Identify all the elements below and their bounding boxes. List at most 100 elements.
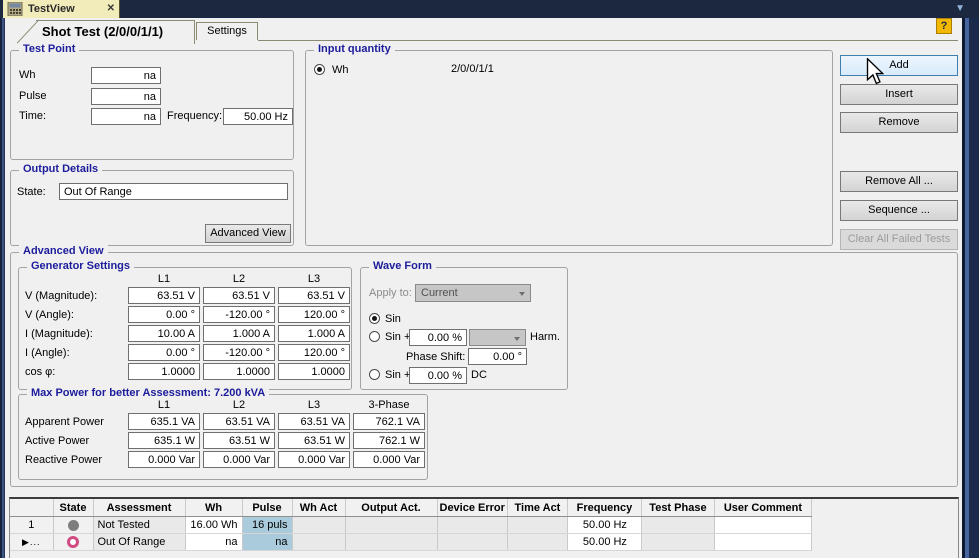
tab-settings[interactable]: Settings xyxy=(196,22,258,40)
row2-pulse[interactable]: na xyxy=(242,534,292,551)
header-assessment: Assessment xyxy=(93,499,185,517)
mp-col-l2: L2 xyxy=(203,399,275,411)
header-frequency: Frequency xyxy=(567,499,641,517)
reactive-power-label: Reactive Power xyxy=(25,454,125,466)
tab-shot-test[interactable]: Shot Test (2/0/0/1/1) xyxy=(42,24,163,39)
row1-state[interactable] xyxy=(53,517,93,534)
wh-field[interactable]: na xyxy=(91,67,161,84)
add-button[interactable]: Add xyxy=(840,55,958,76)
row1-time-act[interactable] xyxy=(507,517,567,534)
active-power-l3-field: 63.51 W xyxy=(278,432,350,449)
row1-test-phase[interactable] xyxy=(641,517,714,534)
time-field[interactable]: na xyxy=(91,108,161,125)
state-field[interactable]: Out Of Range xyxy=(59,183,288,200)
v-magnitude-l3-field[interactable]: 63.51 V xyxy=(278,287,350,304)
generator-settings-group: Generator Settings L1 L2 L3 V (Magnitude… xyxy=(18,267,352,390)
v-magnitude-l1-field[interactable]: 63.51 V xyxy=(128,287,200,304)
row1-num[interactable]: 1 xyxy=(10,517,53,534)
row1-pulse[interactable]: 16 puls xyxy=(242,517,292,534)
v-angle-l1-field[interactable]: 0.00 ° xyxy=(128,306,200,323)
i-magnitude-l2-field[interactable]: 1.000 A xyxy=(203,325,275,342)
phase-shift-label: Phase Shift: xyxy=(406,351,465,363)
document-tab-testview[interactable]: TestView ✕ xyxy=(3,0,120,18)
cos-phi-l3-field[interactable]: 1.0000 xyxy=(278,363,350,380)
output-details-title: Output Details xyxy=(19,163,102,175)
results-table: State Assessment Wh Pulse Wh Act Output … xyxy=(10,499,812,551)
max-power-title: Max Power for better Assessment: 7.200 k… xyxy=(27,387,269,399)
row2-wh[interactable]: na xyxy=(185,534,242,551)
table-row: ▶... Out Of Range na na 50.00 Hz xyxy=(10,534,811,551)
cos-phi-l1-field[interactable]: 1.0000 xyxy=(128,363,200,380)
results-header-row: State Assessment Wh Pulse Wh Act Output … xyxy=(10,499,811,517)
v-angle-l2-field[interactable]: -120.00 ° xyxy=(203,306,275,323)
window-right-border xyxy=(962,18,979,558)
not-tested-state-icon xyxy=(68,520,79,531)
row1-wh-act[interactable] xyxy=(292,517,345,534)
phase-shift-field[interactable]: 0.00 ° xyxy=(468,348,527,365)
sequence-button[interactable]: Sequence ... xyxy=(840,200,958,221)
row2-device-error[interactable] xyxy=(437,534,507,551)
input-quantity-wh-radio[interactable] xyxy=(314,64,325,75)
active-power-l2-field: 63.51 W xyxy=(203,432,275,449)
cos-phi-l2-field[interactable]: 1.0000 xyxy=(203,363,275,380)
row2-wh-act[interactable] xyxy=(292,534,345,551)
reactive-power-l2-field: 0.000 Var xyxy=(203,451,275,468)
remove-button[interactable]: Remove xyxy=(840,112,958,133)
i-angle-l1-field[interactable]: 0.00 ° xyxy=(128,344,200,361)
sin-radio[interactable] xyxy=(369,313,380,324)
apparent-power-l3-field: 63.51 VA xyxy=(278,413,350,430)
chevron-down-icon[interactable]: ▼ xyxy=(955,3,965,14)
clear-all-failed-tests-button: Clear All Failed Tests xyxy=(840,229,958,250)
active-tab-border-diagonal xyxy=(17,19,40,43)
output-details-group: Output Details State: Out Of Range Advan… xyxy=(10,170,294,246)
advanced-view-button[interactable]: Advanced View xyxy=(205,224,291,243)
test-point-title: Test Point xyxy=(19,43,79,55)
i-angle-l2-field[interactable]: -120.00 ° xyxy=(203,344,275,361)
remove-all-button[interactable]: Remove All ... xyxy=(840,171,958,192)
sin-plus-dc-radio[interactable] xyxy=(369,369,380,380)
header-user-comment: User Comment xyxy=(714,499,811,517)
v-angle-l3-field[interactable]: 120.00 ° xyxy=(278,306,350,323)
row2-time-act[interactable] xyxy=(507,534,567,551)
input-quantity-title: Input quantity xyxy=(314,43,395,55)
state-label: State: xyxy=(17,186,46,198)
sin-plus-harm-radio[interactable] xyxy=(369,331,380,342)
row1-assessment[interactable]: Not Tested xyxy=(93,517,185,534)
header-rownum xyxy=(10,499,53,517)
row1-device-error[interactable] xyxy=(437,517,507,534)
header-wh: Wh xyxy=(185,499,242,517)
row2-assessment[interactable]: Out Of Range xyxy=(93,534,185,551)
apply-to-dropdown: Current xyxy=(415,284,531,302)
frequency-field[interactable]: 50.00 Hz xyxy=(223,108,293,125)
i-magnitude-l1-field[interactable]: 10.00 A xyxy=(128,325,200,342)
row1-wh[interactable]: 16.00 Wh xyxy=(185,517,242,534)
i-magnitude-l3-field[interactable]: 1.000 A xyxy=(278,325,350,342)
row1-user-comment[interactable] xyxy=(714,517,811,534)
row2-output-act[interactable] xyxy=(345,534,437,551)
pulse-field[interactable]: na xyxy=(91,88,161,105)
row2-num[interactable]: ▶... xyxy=(10,534,53,551)
row2-test-phase[interactable] xyxy=(641,534,714,551)
row2-frequency[interactable]: 50.00 Hz xyxy=(567,534,641,551)
input-quantity-group: Input quantity Wh 2/0/0/1/1 xyxy=(305,50,833,246)
test-point-group: Test Point Wh na Pulse na Time: na Frequ… xyxy=(10,50,294,160)
header-test-phase: Test Phase xyxy=(641,499,714,517)
pulse-label: Pulse xyxy=(19,90,47,102)
close-icon[interactable]: ✕ xyxy=(107,4,115,14)
v-angle-label: V (Angle): xyxy=(25,309,125,321)
sin-plus-dc-label: Sin + xyxy=(385,369,410,381)
v-magnitude-l2-field[interactable]: 63.51 V xyxy=(203,287,275,304)
dc-percent-field[interactable]: 0.00 % xyxy=(409,367,467,384)
v-magnitude-label: V (Magnitude): xyxy=(25,290,125,302)
tabstrip-underline xyxy=(258,40,958,41)
i-angle-l3-field[interactable]: 120.00 ° xyxy=(278,344,350,361)
header-device-error: Device Error xyxy=(437,499,507,517)
insert-button[interactable]: Insert xyxy=(840,84,958,105)
row2-state[interactable] xyxy=(53,534,93,551)
wh-label: Wh xyxy=(19,69,36,81)
row1-output-act[interactable] xyxy=(345,517,437,534)
row1-frequency[interactable]: 50.00 Hz xyxy=(567,517,641,534)
help-button[interactable]: ? xyxy=(936,18,952,34)
harm-percent-field[interactable]: 0.00 % xyxy=(409,329,467,346)
row2-user-comment[interactable] xyxy=(714,534,811,551)
